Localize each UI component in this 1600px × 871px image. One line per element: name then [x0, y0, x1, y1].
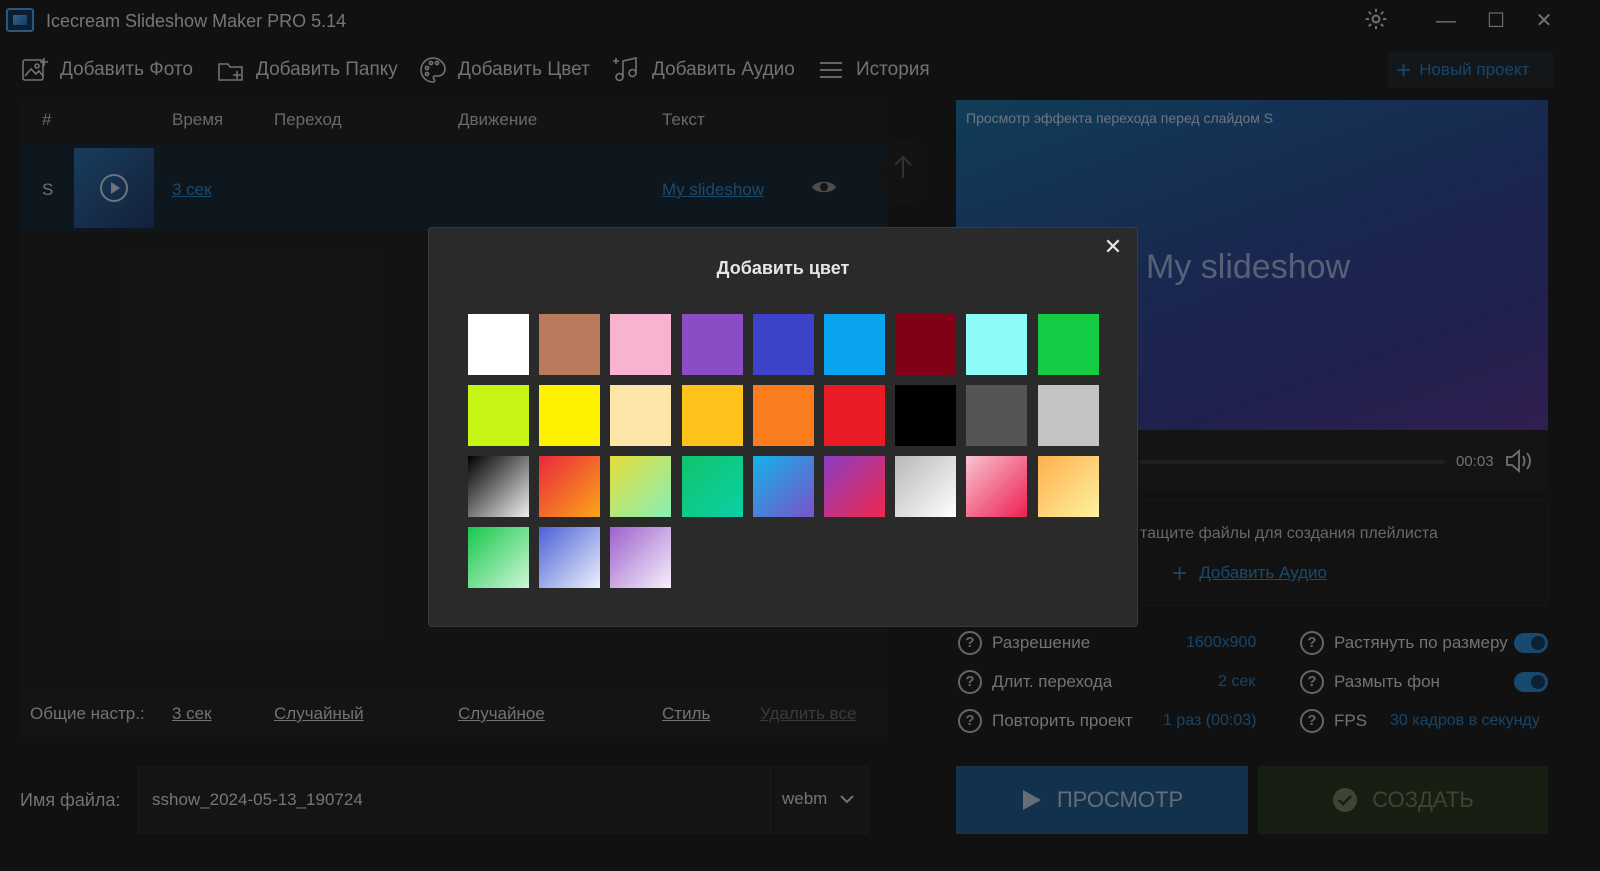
color-swatch[interactable]: [539, 456, 601, 517]
color-swatch[interactable]: [610, 456, 672, 517]
color-swatch[interactable]: [895, 456, 957, 517]
color-swatch[interactable]: [539, 314, 601, 375]
color-swatch[interactable]: [468, 314, 529, 375]
color-swatch[interactable]: [681, 385, 743, 446]
color-swatch[interactable]: [752, 385, 814, 446]
color-swatch[interactable]: [1037, 456, 1099, 517]
color-swatch[interactable]: [610, 527, 672, 588]
color-swatch[interactable]: [752, 314, 814, 375]
color-swatch[interactable]: [539, 385, 601, 446]
color-swatch[interactable]: [966, 314, 1028, 375]
color-swatch[interactable]: [895, 314, 957, 375]
close-icon[interactable]: ✕: [1100, 234, 1126, 260]
color-swatch[interactable]: [468, 527, 529, 588]
color-swatch[interactable]: [539, 527, 601, 588]
color-swatch[interactable]: [752, 456, 814, 517]
color-swatch[interactable]: [681, 456, 743, 517]
color-swatch[interactable]: [824, 314, 885, 375]
color-swatch[interactable]: [1037, 314, 1099, 375]
color-swatch[interactable]: [966, 456, 1028, 517]
color-swatch[interactable]: [895, 385, 957, 446]
color-swatch[interactable]: [681, 314, 743, 375]
color-swatch[interactable]: [966, 385, 1028, 446]
color-swatch[interactable]: [824, 456, 885, 517]
color-swatch[interactable]: [610, 385, 672, 446]
color-swatch[interactable]: [468, 385, 529, 446]
dialog-title: Добавить цвет: [716, 258, 850, 278]
color-swatch[interactable]: [610, 314, 672, 375]
color-swatch[interactable]: [824, 385, 885, 446]
color-swatch[interactable]: [468, 456, 529, 517]
color-swatch[interactable]: [1037, 385, 1099, 446]
